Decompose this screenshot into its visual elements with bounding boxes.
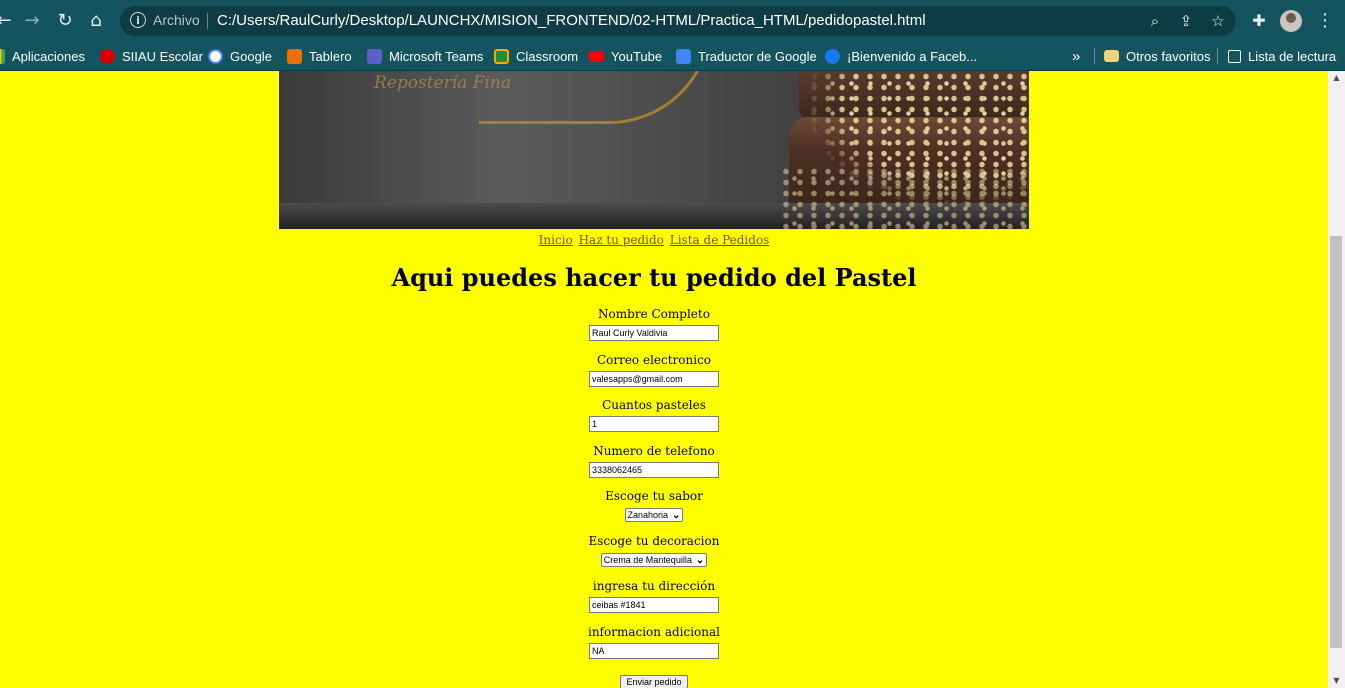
bookmark-label: YouTube bbox=[611, 48, 663, 64]
security-label: Archivo bbox=[153, 12, 200, 28]
browser-menu-icon[interactable]: ⋮ bbox=[1316, 9, 1334, 33]
bookmark-label: ¡Bienvenido a Faceb... bbox=[847, 48, 978, 64]
info-input[interactable]: NA bbox=[589, 643, 719, 659]
youtube-icon bbox=[589, 50, 604, 62]
bookmark-label: Lista de lectura bbox=[1248, 48, 1337, 64]
bookmark-apps[interactable]: Aplicaciones bbox=[0, 42, 85, 70]
bookmark-label: Aplicaciones bbox=[12, 48, 85, 64]
form-field-info: informacion adicional NA bbox=[0, 625, 1308, 659]
forward-arrow-icon[interactable]: → bbox=[20, 9, 44, 33]
bookmark-label: SIIAU Escolar bbox=[122, 48, 203, 64]
bookmark-label: Google bbox=[230, 48, 272, 64]
cantidad-label: Cuantos pasteles bbox=[602, 398, 706, 412]
correo-input[interactable]: valesapps@gmail.com bbox=[589, 371, 719, 387]
form-field-nombre: Nombre Completo Raul Curly Valdivia bbox=[0, 307, 1308, 341]
banner-logo-text: Repostería Fina bbox=[374, 73, 512, 93]
address-bar[interactable]: i Archivo C:/Users/RaulCurly/Desktop/LAU… bbox=[120, 6, 1236, 36]
bookmark-label: Otros favoritos bbox=[1126, 48, 1211, 64]
chevron-down-icon: ⌄ bbox=[672, 509, 681, 521]
scroll-down-arrow-icon[interactable]: ▼ bbox=[1328, 674, 1345, 688]
nombre-input[interactable]: Raul Curly Valdivia bbox=[589, 325, 719, 341]
decoracion-label: Escoge tu decoracion bbox=[588, 534, 720, 548]
form-field-direccion: ingresa tu dirección ceibas #1841 bbox=[0, 579, 1308, 613]
bookmark-traductor[interactable]: Traductor de Google bbox=[676, 42, 817, 70]
scroll-up-arrow-icon[interactable]: ▲ bbox=[1328, 71, 1345, 85]
correo-label: Correo electronico bbox=[596, 353, 712, 367]
banner-image: Repostería Fina bbox=[279, 71, 1029, 229]
bookmark-google[interactable]: Google bbox=[208, 42, 272, 70]
form-field-decoracion: Escoge tu decoracion Crema de Mantequill… bbox=[0, 534, 1308, 567]
folder-icon bbox=[1104, 50, 1119, 62]
teams-icon bbox=[367, 48, 382, 64]
banner-swirl bbox=[479, 71, 712, 124]
bookmarks-separator bbox=[1094, 48, 1095, 64]
address-separator bbox=[207, 13, 208, 29]
bookmarks-bar: Aplicaciones SIIAU Escolar Google Tabler… bbox=[0, 42, 1345, 71]
direccion-input[interactable]: ceibas #1841 bbox=[589, 597, 719, 613]
chevron-down-icon: ⌄ bbox=[695, 554, 705, 566]
tablero-icon bbox=[287, 48, 302, 64]
apps-grid-icon bbox=[0, 48, 5, 64]
browser-toolbar: ← → ↻ ⌂ i Archivo C:/Users/RaulCurly/Des… bbox=[0, 0, 1345, 42]
form-field-correo: Correo electronico valesapps@gmail.com bbox=[0, 353, 1308, 387]
back-arrow-icon[interactable]: ← bbox=[0, 9, 16, 33]
bookmarks-overflow-chevron-icon[interactable]: » bbox=[1072, 42, 1080, 70]
extensions-puzzle-icon[interactable]: ✚ bbox=[1249, 10, 1269, 32]
bookmark-label: Traductor de Google bbox=[698, 48, 817, 64]
form-field-cantidad: Cuantos pasteles 1 bbox=[0, 398, 1308, 432]
form-field-sabor: Escoge tu sabor Zanahoria ⌄ bbox=[0, 489, 1308, 522]
page-title: Aqui puedes hacer tu pedido del Pastel bbox=[391, 263, 917, 292]
classroom-icon bbox=[494, 48, 509, 64]
sabor-selected-value: Zanahoria bbox=[627, 510, 669, 520]
nav-link-pedido[interactable]: Haz tu pedido bbox=[579, 233, 664, 247]
bookmark-label: Tablero bbox=[309, 48, 352, 64]
translate-icon bbox=[676, 48, 691, 64]
sabor-label: Escoge tu sabor bbox=[605, 489, 703, 503]
bookmark-facebook[interactable]: ¡Bienvenido a Faceb... bbox=[825, 42, 977, 70]
facebook-icon bbox=[825, 48, 840, 64]
reading-list-button[interactable]: Lista de lectura bbox=[1228, 42, 1336, 70]
scroll-thumb[interactable] bbox=[1330, 236, 1342, 648]
bookmarks-separator bbox=[1217, 48, 1218, 64]
zoom-icon[interactable]: ⌕ bbox=[1144, 10, 1166, 32]
info-label: informacion adicional bbox=[587, 625, 720, 639]
form-field-telefono: Numero de telefono 3338062465 bbox=[0, 444, 1308, 478]
url-text[interactable]: C:/Users/RaulCurly/Desktop/LAUNCHX/MISIO… bbox=[217, 12, 926, 29]
bookmark-other-folder[interactable]: Otros favoritos bbox=[1104, 42, 1211, 70]
telefono-label: Numero de telefono bbox=[593, 444, 715, 458]
bookmark-tablero[interactable]: Tablero bbox=[287, 42, 352, 70]
decoracion-select[interactable]: Crema de Mantequilla ⌄ bbox=[600, 553, 708, 567]
bookmark-classroom[interactable]: Classroom bbox=[494, 42, 578, 70]
bookmark-star-icon[interactable]: ☆ bbox=[1207, 10, 1229, 32]
form-submit-row: Enviar pedido bbox=[0, 670, 1308, 688]
info-icon[interactable]: i bbox=[130, 12, 146, 28]
sabor-select[interactable]: Zanahoria ⌄ bbox=[624, 508, 684, 522]
direccion-label: ingresa tu dirección bbox=[592, 579, 716, 593]
home-icon[interactable]: ⌂ bbox=[84, 9, 108, 33]
site-nav: Inicio Haz tu pedido Lista de Pedidos bbox=[0, 233, 1308, 247]
bookmark-label: Classroom bbox=[516, 48, 579, 64]
page-scrollbar[interactable]: ▲ ▼ bbox=[1328, 71, 1345, 688]
bookmark-teams[interactable]: Microsoft Teams bbox=[367, 42, 483, 70]
decoracion-selected-value: Crema de Mantequilla bbox=[603, 555, 692, 565]
page-viewport: Repostería Fina Inicio Haz tu pedido Lis… bbox=[0, 71, 1328, 688]
telefono-input[interactable]: 3338062465 bbox=[589, 462, 719, 478]
bookmark-label: Microsoft Teams bbox=[389, 48, 484, 64]
profile-avatar[interactable] bbox=[1280, 10, 1302, 32]
enviar-pedido-button[interactable]: Enviar pedido bbox=[620, 675, 688, 688]
reload-icon[interactable]: ↻ bbox=[53, 9, 77, 33]
google-icon bbox=[208, 48, 223, 64]
nombre-label: Nombre Completo bbox=[598, 307, 710, 321]
cantidad-input[interactable]: 1 bbox=[589, 416, 719, 432]
nav-link-inicio[interactable]: Inicio bbox=[539, 233, 573, 247]
sprinkles-floor bbox=[779, 166, 1029, 229]
bookmark-youtube[interactable]: YouTube bbox=[589, 42, 662, 70]
share-icon[interactable]: ⇪ bbox=[1175, 10, 1197, 32]
bookmark-siiau[interactable]: SIIAU Escolar bbox=[100, 42, 203, 70]
reading-list-icon bbox=[1228, 49, 1241, 63]
nav-link-lista[interactable]: Lista de Pedidos bbox=[670, 233, 770, 247]
siiau-icon bbox=[100, 48, 115, 64]
